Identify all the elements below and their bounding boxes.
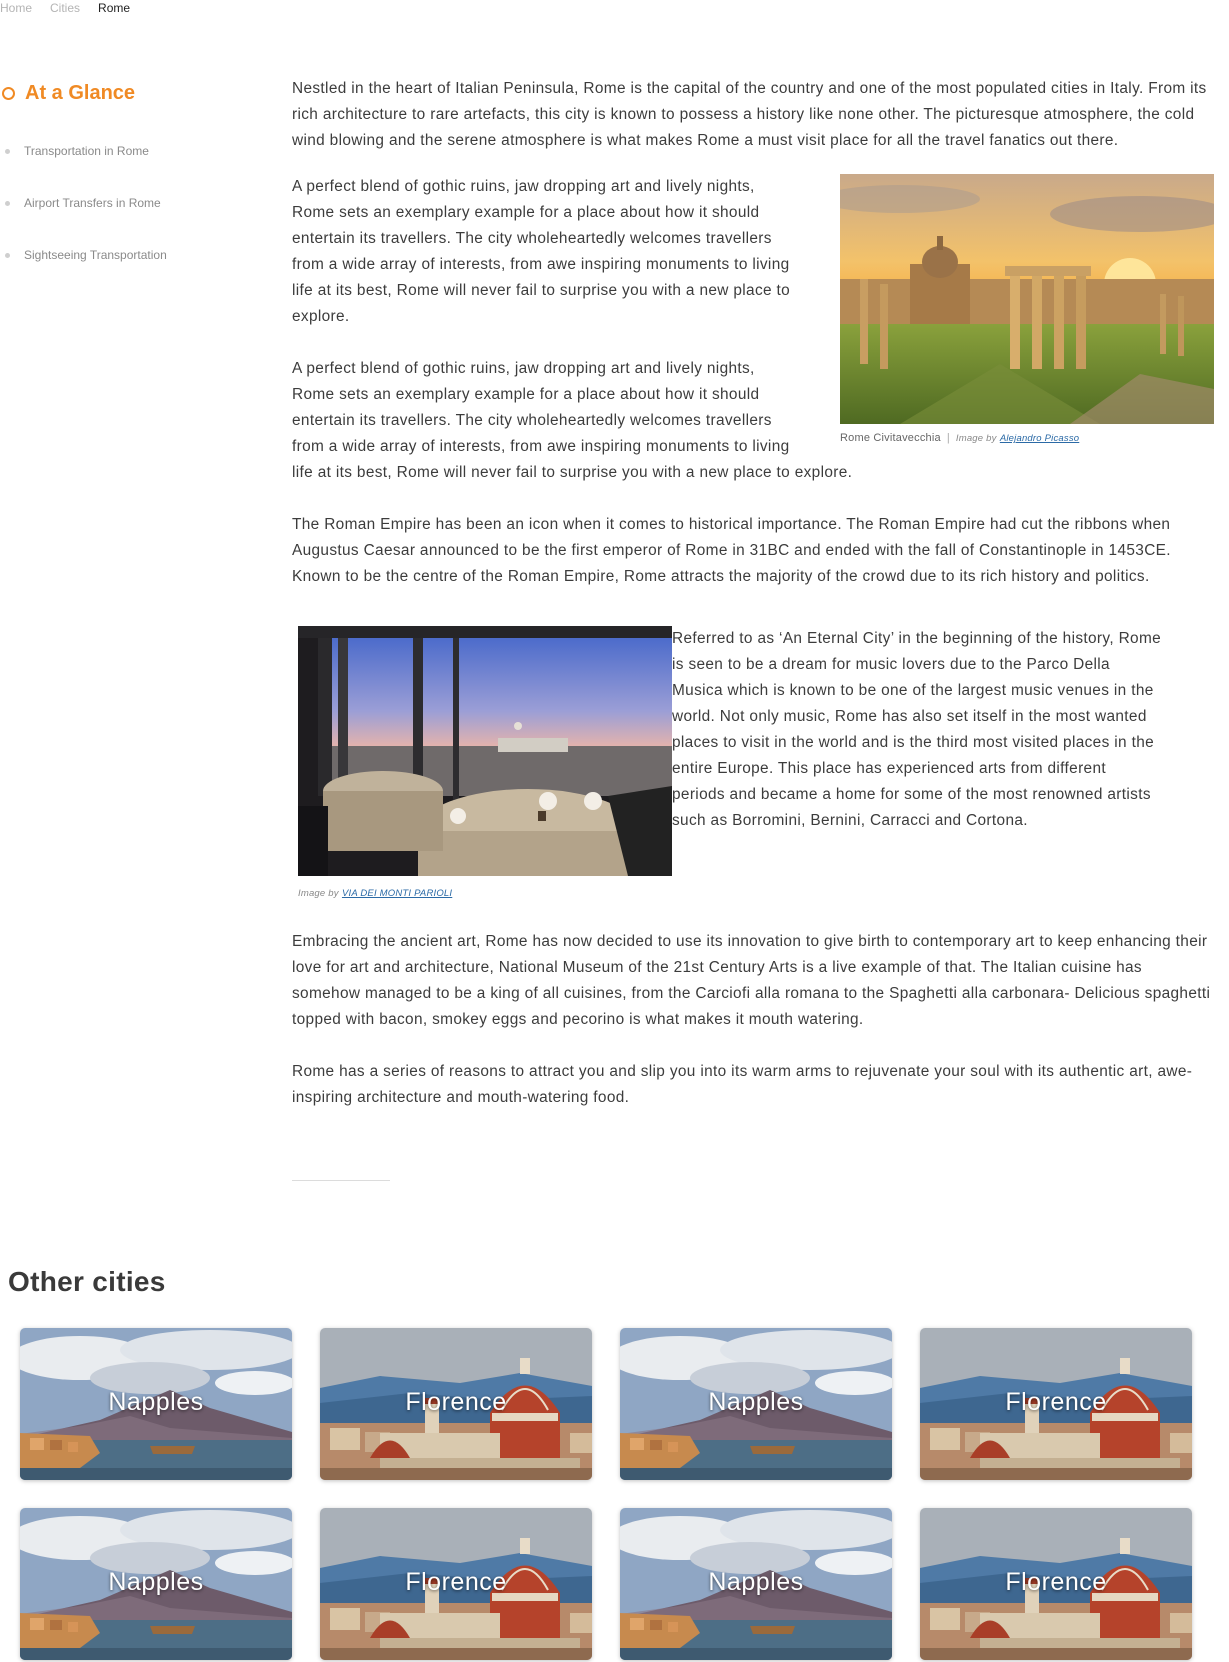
city-card-naples[interactable]: Napples xyxy=(20,1508,292,1660)
bullet-icon xyxy=(5,148,10,154)
figure-roman-forum: Rome Civitavecchia | Image by Alejandro Pi… xyxy=(840,174,1214,446)
image-caption: Image by VIA DEI MONTI PARIOLI xyxy=(298,886,672,901)
city-card-naples[interactable]: Napples xyxy=(20,1328,292,1480)
nav-item-airport-transfers[interactable]: Airport Transfers in Rome xyxy=(0,196,250,210)
breadcrumb: Home Cities Rome xyxy=(0,1,130,15)
restaurant-view-image xyxy=(298,626,672,876)
figure-restaurant: Image by VIA DEI MONTI PARIOLI xyxy=(298,626,672,901)
city-card-label: Florence xyxy=(1005,1388,1107,1416)
breadcrumb-home[interactable]: Home xyxy=(0,1,32,15)
city-card-label: Florence xyxy=(405,1568,507,1596)
city-card-florence[interactable]: Florence xyxy=(920,1508,1192,1660)
caption-by: Image by xyxy=(955,433,997,444)
section-nav: At a Glance Transportation in Rome Airpo… xyxy=(0,78,250,262)
caption-separator: | xyxy=(946,432,950,444)
nav-item-at-a-glance[interactable]: At a Glance xyxy=(0,78,250,108)
section-divider xyxy=(292,1180,390,1181)
article-paragraph: Rome has a series of reasons to attract … xyxy=(292,1063,1193,1106)
article-paragraph: The Roman Empire has been an icon when i… xyxy=(292,516,1171,585)
article-body: Nestled in the heart of Italian Peninsul… xyxy=(292,76,1214,1111)
city-card-label: Florence xyxy=(405,1388,507,1416)
city-card-label: Napples xyxy=(108,1388,204,1416)
other-cities-title: Other cities xyxy=(8,1266,166,1297)
city-card-naples[interactable]: Napples xyxy=(620,1508,892,1660)
article-paragraph: Nestled in the heart of Italian Peninsul… xyxy=(292,80,1207,149)
city-card-label: Napples xyxy=(108,1568,204,1596)
nav-item-label: Sightseeing Transportation xyxy=(24,248,167,262)
bullet-icon xyxy=(5,252,10,258)
photo-credit-link[interactable]: VIA DEI MONTI PARIOLI xyxy=(342,888,452,899)
nav-item-transportation[interactable]: Transportation in Rome xyxy=(0,144,250,158)
breadcrumb-current: Rome xyxy=(98,1,131,15)
city-card-label: Napples xyxy=(708,1388,804,1416)
active-indicator-icon xyxy=(2,86,15,100)
city-card-florence[interactable]: Florence xyxy=(320,1328,592,1480)
other-cities-grid: Napples Florence Napples Florence Napple… xyxy=(20,1328,1210,1660)
nav-item-label: At a Glance xyxy=(25,81,136,104)
roman-forum-image xyxy=(840,174,1214,424)
nav-item-label: Transportation in Rome xyxy=(24,144,149,158)
caption-by: Image by xyxy=(298,888,339,899)
nav-item-sightseeing[interactable]: Sightseeing Transportation xyxy=(0,248,250,262)
city-card-label: Florence xyxy=(1005,1568,1107,1596)
article-paragraph: A perfect blend of gothic ruins, jaw dro… xyxy=(292,178,791,325)
bullet-icon xyxy=(5,200,10,206)
caption-title: Rome Civitavecchia xyxy=(840,432,941,444)
feature-block: Image by VIA DEI MONTI PARIOLI Referred … xyxy=(292,626,1214,901)
breadcrumb-cities[interactable]: Cities xyxy=(50,1,80,15)
image-caption: Rome Civitavecchia | Image by Alejandro Pi… xyxy=(840,431,1214,446)
city-card-label: Napples xyxy=(708,1568,804,1596)
article-paragraph: Referred to as ‘An Eternal City’ in the … xyxy=(672,630,1162,829)
city-card-florence[interactable]: Florence xyxy=(320,1508,592,1660)
city-card-naples[interactable]: Napples xyxy=(620,1328,892,1480)
article-paragraph: Embracing the ancient art, Rome has now … xyxy=(292,933,1211,1028)
nav-item-label: Airport Transfers in Rome xyxy=(24,196,161,210)
photo-credit-link[interactable]: Alejandro Picasso xyxy=(1000,433,1079,444)
city-card-florence[interactable]: Florence xyxy=(920,1328,1192,1480)
